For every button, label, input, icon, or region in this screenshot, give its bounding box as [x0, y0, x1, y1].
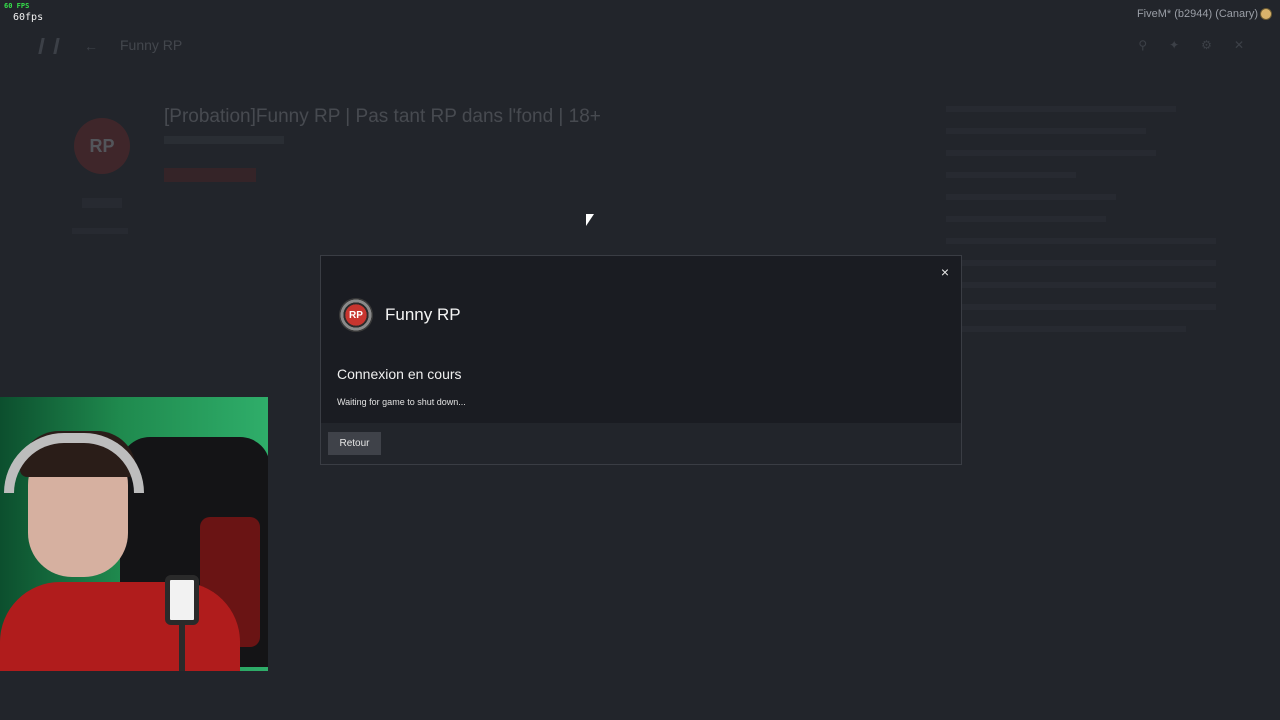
webcam-person-body: [0, 582, 240, 671]
server-title: [Probation]Funny RP | Pas tant RP dans l…: [164, 106, 601, 127]
fivem-logo-icon: [38, 38, 60, 54]
webcam-overlay: [0, 397, 268, 671]
side-info: [72, 228, 128, 234]
nav-icons: ⚲ ✦ ⚙ ✕: [1138, 38, 1244, 52]
microphone-stand: [179, 625, 185, 671]
microphone-icon: [165, 575, 199, 625]
connecting-dialog: × RP Funny RP Connexion en cours Waiting…: [320, 255, 962, 465]
dialog-footer: Retour: [321, 423, 961, 464]
mouse-cursor-icon: [586, 214, 594, 226]
social-icons: [82, 198, 122, 208]
search-icon: ⚲: [1138, 38, 1148, 52]
connect-button-bg: [164, 168, 256, 182]
exit-icon: ✕: [1233, 38, 1244, 52]
fivem-canary-icon: [1260, 8, 1272, 20]
server-details-panel: [946, 106, 1226, 386]
connection-status-message: Waiting for game to shut down...: [337, 397, 466, 407]
back-arrow-icon: ←: [84, 38, 98, 54]
fps-counter: 60fps: [13, 12, 44, 23]
build-label: FiveM* (b2944) (Canary): [1136, 8, 1258, 20]
nav-title: Funny RP: [120, 37, 183, 53]
settings-icon: ⚙: [1201, 38, 1212, 52]
tools-icon: ✦: [1169, 38, 1180, 52]
server-name: Funny RP: [385, 305, 461, 324]
server-logo-large: RP: [74, 118, 130, 174]
server-subtitle: [164, 136, 284, 144]
server-logo-text: RP: [349, 309, 363, 321]
server-logo: RP: [339, 298, 373, 332]
close-icon[interactable]: ×: [937, 264, 953, 280]
back-button[interactable]: Retour: [328, 432, 381, 455]
server-header: RP Funny RP: [339, 298, 461, 332]
connection-status-title: Connexion en cours: [337, 366, 462, 382]
fps-counter-small: 60 FPS: [4, 2, 30, 10]
